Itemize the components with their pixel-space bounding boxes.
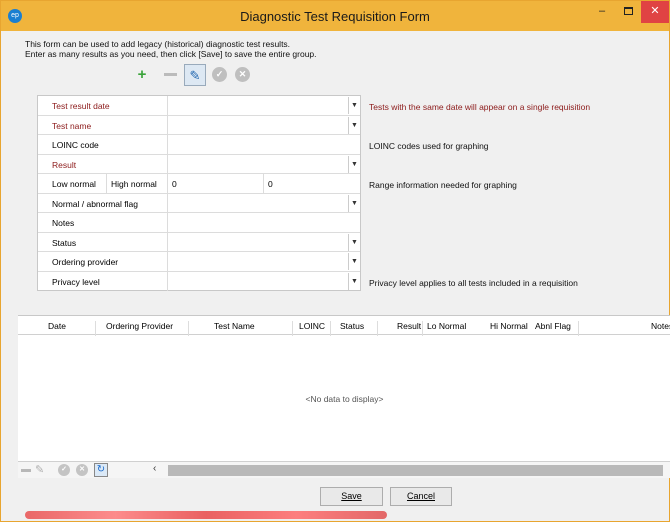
high-normal-value: 0 — [268, 179, 273, 189]
grid-navigator: ✎ ✓ ✕ ↻ ‹ — [18, 461, 670, 478]
loinc-hint: LOINC codes used for graphing — [369, 141, 489, 151]
cancel-button[interactable]: Cancel — [390, 487, 452, 506]
test-entry-form: Test result date ▼ Test name ▼ LOINC cod… — [37, 95, 361, 291]
cancel-label: Cancel — [406, 491, 435, 501]
date-hint: Tests with the same date will appear on … — [369, 102, 591, 112]
maximize-button[interactable] — [615, 1, 641, 23]
requisition-window: ep Diagnostic Test Requisition Form – ✕ … — [0, 0, 670, 522]
minimize-button[interactable]: – — [589, 1, 615, 23]
row-result: Result ▼ — [38, 154, 360, 174]
low-normal-value: 0 — [172, 179, 177, 189]
col-hi-normal[interactable]: Hi Normal — [490, 321, 528, 331]
high-normal-input[interactable]: 0 — [263, 174, 360, 193]
scroll-left-arrow[interactable]: ‹ — [153, 463, 156, 474]
column-divider[interactable] — [188, 321, 189, 336]
loinc-code-input[interactable] — [167, 135, 360, 154]
title-bar[interactable]: ep Diagnostic Test Requisition Form – ✕ — [1, 1, 669, 31]
col-notes[interactable]: Notes — [651, 321, 670, 331]
field-label: Ordering provider — [52, 257, 119, 267]
result-input[interactable]: ▼ — [167, 154, 360, 174]
high-normal-label-cell: High normal — [106, 174, 168, 193]
refresh-icon[interactable]: ↻ — [94, 463, 108, 477]
minus-icon[interactable] — [21, 469, 31, 472]
test-result-date-input[interactable]: ▼ — [167, 96, 360, 115]
row-loinc-code: LOINC code — [38, 135, 360, 155]
privacy-level-input[interactable]: ▼ — [167, 271, 360, 291]
column-divider[interactable] — [95, 321, 96, 336]
record-toolbar: + ✎ ✓ ✕ — [131, 64, 271, 86]
results-grid[interactable]: Date Ordering Provider Test Name LOINC S… — [18, 315, 670, 478]
empty-grid-message: <No data to display> — [305, 394, 384, 404]
horizontal-scrollbar[interactable] — [168, 465, 663, 476]
cancel-icon[interactable]: ✕ — [76, 464, 88, 476]
add-record-button[interactable]: + — [131, 64, 153, 86]
row-abnormal-flag: Normal / abnormal flag ▼ — [38, 193, 360, 213]
row-normal-range: Low normal High normal 0 0 — [38, 174, 360, 194]
col-abnl-flag[interactable]: Abnl Flag — [535, 321, 571, 331]
column-divider[interactable] — [422, 321, 423, 336]
maximize-icon — [623, 7, 633, 15]
test-name-input[interactable]: ▼ — [167, 115, 360, 135]
chevron-down-icon[interactable]: ▼ — [348, 155, 360, 173]
row-ordering-provider: Ordering provider ▼ — [38, 252, 360, 272]
grid-header: Date Ordering Provider Test Name LOINC S… — [18, 316, 670, 336]
minus-icon — [163, 73, 177, 76]
chevron-down-icon[interactable]: ▼ — [348, 233, 360, 251]
chevron-down-icon[interactable]: ▼ — [348, 116, 360, 134]
field-label: Low normal — [52, 179, 96, 189]
col-lo-normal[interactable]: Lo Normal — [427, 321, 466, 331]
col-date[interactable]: Date — [48, 321, 66, 331]
intro-line-2: Enter as many results as you need, then … — [25, 49, 317, 59]
field-label: Normal / abnormal flag — [52, 198, 138, 209]
col-loinc[interactable]: LOINC — [299, 321, 325, 331]
field-label: Result — [52, 159, 77, 170]
column-divider[interactable] — [578, 321, 579, 336]
chevron-down-icon[interactable]: ▼ — [348, 194, 360, 212]
field-label: Test name — [52, 120, 92, 131]
col-ordering-provider[interactable]: Ordering Provider — [106, 321, 173, 331]
col-test-name[interactable]: Test Name — [214, 321, 255, 331]
row-privacy-level: Privacy level ▼ — [38, 271, 360, 292]
chevron-down-icon[interactable]: ▼ — [348, 97, 360, 114]
row-notes: Notes — [38, 213, 360, 233]
field-label: Privacy level — [52, 276, 100, 287]
edit-record-button[interactable]: ✎ — [184, 64, 206, 86]
high-normal-label: High normal — [111, 179, 157, 189]
ordering-provider-input[interactable]: ▼ — [167, 252, 360, 271]
remove-record-button[interactable] — [159, 64, 181, 86]
abnormal-flag-input[interactable]: ▼ — [167, 193, 360, 213]
row-status: Status ▼ — [38, 232, 360, 252]
field-label: Notes — [52, 218, 75, 228]
intro-text: This form can be used to add legacy (his… — [25, 39, 317, 59]
field-label: LOINC code — [52, 140, 99, 150]
field-label: Status — [52, 237, 77, 248]
chevron-down-icon[interactable]: ▼ — [348, 272, 360, 290]
notes-input[interactable] — [167, 213, 360, 232]
chevron-down-icon[interactable]: ▼ — [348, 253, 360, 270]
window-title: Diagnostic Test Requisition Form — [240, 9, 430, 24]
col-result[interactable]: Result — [397, 321, 421, 331]
confirm-record-button[interactable]: ✓ — [212, 67, 227, 82]
privacy-hint: Privacy level applies to all tests inclu… — [369, 278, 578, 288]
redacted-status-bar — [25, 511, 387, 519]
save-label: Save — [341, 491, 362, 501]
column-divider[interactable] — [292, 321, 293, 336]
col-status[interactable]: Status — [340, 321, 364, 331]
status-input[interactable]: ▼ — [167, 232, 360, 252]
field-label: Test result date — [52, 101, 110, 111]
check-icon[interactable]: ✓ — [58, 464, 70, 476]
save-button[interactable]: Save — [320, 487, 383, 506]
row-test-result-date: Test result date ▼ — [38, 96, 360, 116]
column-divider[interactable] — [330, 321, 331, 336]
close-button[interactable]: ✕ — [641, 1, 669, 23]
cancel-record-button[interactable]: ✕ — [235, 67, 250, 82]
pencil-icon[interactable]: ✎ — [35, 463, 44, 476]
low-normal-input[interactable]: 0 — [167, 174, 263, 193]
intro-line-1: This form can be used to add legacy (his… — [25, 39, 291, 49]
range-hint: Range information needed for graphing — [369, 180, 517, 190]
row-test-name: Test name ▼ — [38, 115, 360, 135]
column-divider[interactable] — [377, 321, 378, 336]
